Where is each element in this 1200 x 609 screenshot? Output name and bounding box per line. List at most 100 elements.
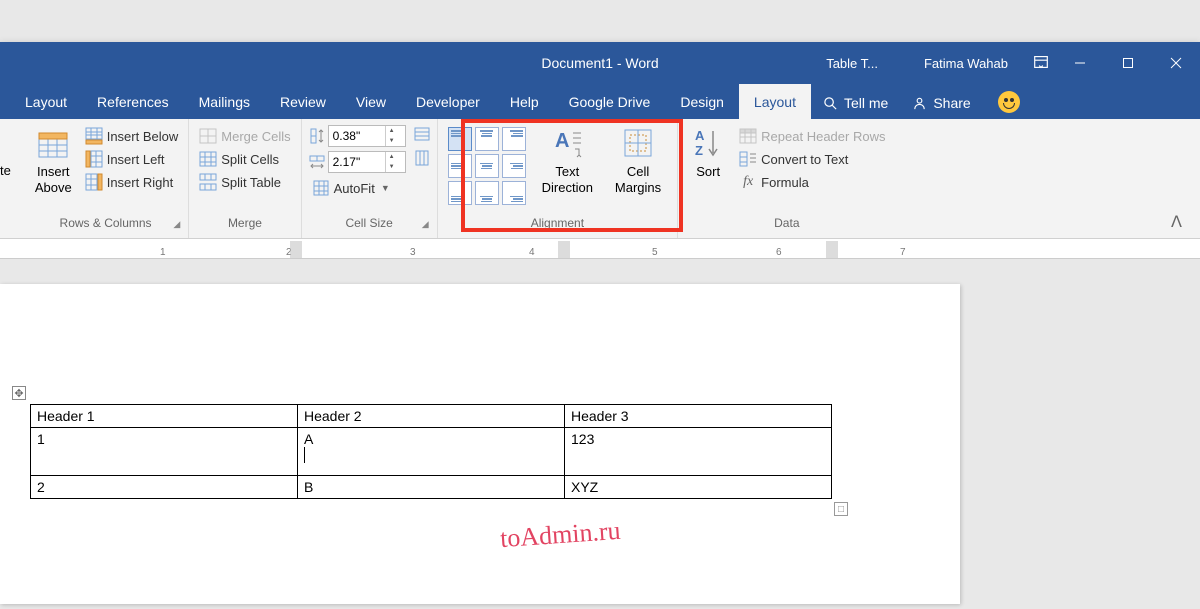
align-center-center[interactable] bbox=[475, 154, 499, 178]
insert-below-button[interactable]: Insert Below bbox=[81, 125, 183, 147]
column-width-control: ▲▼ bbox=[308, 151, 406, 173]
tab-layout-page[interactable]: Layout bbox=[10, 84, 82, 119]
formula-button[interactable]: fx Formula bbox=[735, 171, 889, 193]
table-resize-handle[interactable]: □ bbox=[834, 502, 848, 516]
share-button[interactable]: Share bbox=[900, 87, 982, 119]
split-table-button[interactable]: Split Table bbox=[195, 171, 294, 193]
distribute-rows-button[interactable] bbox=[413, 125, 431, 143]
split-table-icon bbox=[199, 173, 217, 191]
window-controls bbox=[1056, 42, 1200, 84]
ribbon-partial-delete: te bbox=[0, 119, 23, 238]
insert-right-icon bbox=[85, 173, 103, 191]
table-cell[interactable]: A bbox=[298, 428, 565, 476]
convert-to-text-button[interactable]: Convert to Text bbox=[735, 148, 889, 170]
share-icon bbox=[912, 96, 927, 111]
table-cell[interactable]: 2 bbox=[31, 476, 298, 499]
insert-left-button[interactable]: Insert Left bbox=[81, 148, 183, 170]
tab-references[interactable]: References bbox=[82, 84, 184, 119]
insert-right-button[interactable]: Insert Right bbox=[81, 171, 183, 193]
group-rows-columns: Insert Above Insert Below Insert Left In… bbox=[23, 119, 189, 238]
cell-size-dialog-launcher[interactable]: ◢ bbox=[422, 219, 429, 230]
tab-review[interactable]: Review bbox=[265, 84, 341, 119]
tab-google-drive[interactable]: Google Drive bbox=[554, 84, 666, 119]
align-bottom-right[interactable] bbox=[502, 181, 526, 205]
delete-button-partial[interactable]: te bbox=[0, 123, 17, 234]
horizontal-ruler[interactable]: 1 2 3 4 5 6 7 bbox=[0, 239, 1200, 259]
sort-button[interactable]: AZ Sort bbox=[684, 123, 732, 216]
formula-icon: fx bbox=[739, 173, 757, 191]
distribute-columns-button[interactable] bbox=[413, 149, 431, 167]
repeat-header-rows-button[interactable]: Repeat Header Rows bbox=[735, 125, 889, 147]
ruler-tick: 4 bbox=[529, 247, 535, 258]
table-row[interactable]: 2 B XYZ bbox=[31, 476, 832, 499]
autofit-icon bbox=[312, 179, 330, 197]
row-height-control: ▲▼ bbox=[308, 125, 406, 147]
group-label-rows-columns: Rows & Columns◢ bbox=[29, 216, 182, 234]
ruler-column-marker[interactable] bbox=[558, 241, 570, 259]
column-width-input[interactable] bbox=[329, 153, 385, 171]
ribbon-display-options-icon[interactable] bbox=[1032, 53, 1050, 74]
share-label: Share bbox=[933, 95, 970, 111]
sort-icon: AZ bbox=[690, 125, 726, 161]
align-bottom-center[interactable] bbox=[475, 181, 499, 205]
align-center-right[interactable] bbox=[502, 154, 526, 178]
align-center-left[interactable] bbox=[448, 154, 472, 178]
row-height-input[interactable] bbox=[329, 127, 385, 145]
tab-table-layout[interactable]: Layout bbox=[739, 84, 811, 119]
collapse-ribbon-button[interactable]: ᐱ bbox=[1171, 212, 1182, 232]
user-name[interactable]: Fatima Wahab bbox=[924, 56, 1008, 71]
merge-cells-button[interactable]: Merge Cells bbox=[195, 125, 294, 147]
svg-text:A: A bbox=[555, 130, 569, 152]
tab-help[interactable]: Help bbox=[495, 84, 554, 119]
tab-mailings[interactable]: Mailings bbox=[184, 84, 265, 119]
autofit-button[interactable]: AutoFit ▼ bbox=[308, 177, 406, 199]
tab-developer[interactable]: Developer bbox=[401, 84, 495, 119]
height-down[interactable]: ▼ bbox=[386, 136, 398, 146]
group-alignment: A Text Direction Cell Margins Alignment bbox=[438, 119, 679, 238]
table-cell[interactable]: Header 2 bbox=[298, 405, 565, 428]
table-row[interactable]: 1 A 123 bbox=[31, 428, 832, 476]
tell-me-search[interactable]: Tell me bbox=[811, 87, 900, 119]
align-top-right[interactable] bbox=[502, 127, 526, 151]
maximize-button[interactable] bbox=[1104, 42, 1152, 84]
table-cell[interactable]: Header 3 bbox=[565, 405, 832, 428]
ruler-tick: 7 bbox=[900, 247, 906, 258]
ruler-column-marker[interactable] bbox=[290, 241, 302, 259]
ruler-column-marker[interactable] bbox=[826, 241, 838, 259]
convert-text-icon bbox=[739, 150, 757, 168]
split-cells-button[interactable]: Split Cells bbox=[195, 148, 294, 170]
text-direction-button[interactable]: A Text Direction bbox=[536, 123, 599, 216]
page[interactable]: ✥ Header 1 Header 2 Header 3 1 A 123 2 B… bbox=[0, 284, 960, 604]
insert-below-icon bbox=[85, 127, 103, 145]
ruler-tick: 5 bbox=[652, 247, 658, 258]
svg-text:A: A bbox=[695, 128, 705, 143]
tab-table-design[interactable]: Design bbox=[665, 84, 739, 119]
table-move-handle[interactable]: ✥ bbox=[12, 386, 26, 400]
tab-view[interactable]: View bbox=[341, 84, 401, 119]
repeat-header-icon bbox=[739, 127, 757, 145]
split-cells-icon bbox=[199, 150, 217, 168]
rows-columns-dialog-launcher[interactable]: ◢ bbox=[173, 219, 180, 230]
insert-above-icon bbox=[35, 125, 71, 161]
table-cell[interactable]: 1 bbox=[31, 428, 298, 476]
alignment-grid bbox=[448, 127, 526, 216]
table-cell[interactable]: Header 1 bbox=[31, 405, 298, 428]
table-cell[interactable]: B bbox=[298, 476, 565, 499]
feedback-smiley-icon[interactable] bbox=[998, 91, 1020, 113]
cell-margins-button[interactable]: Cell Margins bbox=[609, 123, 667, 216]
insert-above-button[interactable]: Insert Above bbox=[29, 123, 78, 216]
table-row[interactable]: Header 1 Header 2 Header 3 bbox=[31, 405, 832, 428]
width-up[interactable]: ▲ bbox=[386, 152, 398, 162]
minimize-button[interactable] bbox=[1056, 42, 1104, 84]
table-cell[interactable]: XYZ bbox=[565, 476, 832, 499]
tell-me-label: Tell me bbox=[844, 95, 888, 111]
group-merge: Merge Cells Split Cells Split Table Merg… bbox=[189, 119, 301, 238]
table-cell[interactable]: 123 bbox=[565, 428, 832, 476]
close-button[interactable] bbox=[1152, 42, 1200, 84]
width-down[interactable]: ▼ bbox=[386, 162, 398, 172]
document-table[interactable]: Header 1 Header 2 Header 3 1 A 123 2 B X… bbox=[30, 404, 832, 499]
align-bottom-left[interactable] bbox=[448, 181, 472, 205]
align-top-center[interactable] bbox=[475, 127, 499, 151]
align-top-left[interactable] bbox=[448, 127, 472, 151]
height-up[interactable]: ▲ bbox=[386, 126, 398, 136]
